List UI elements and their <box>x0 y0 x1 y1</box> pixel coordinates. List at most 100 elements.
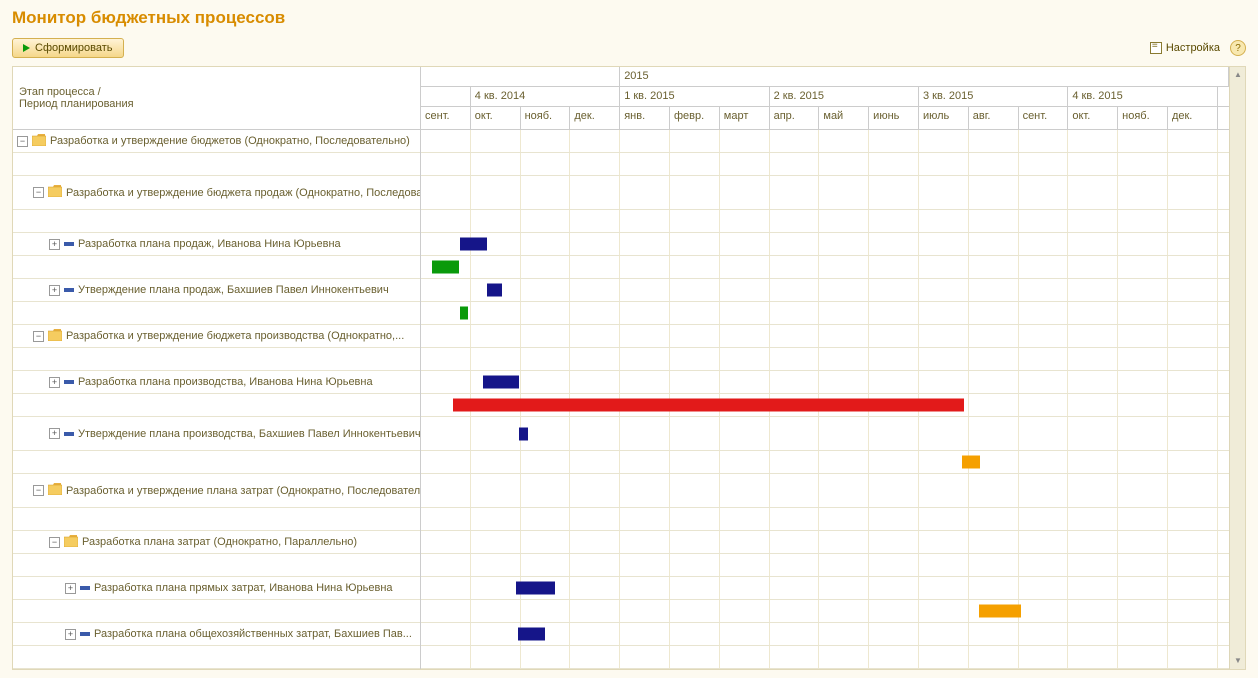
timeline-row <box>421 600 1229 623</box>
tree-label[interactable]: Разработка плана прямых затрат, Иванова … <box>94 582 393 594</box>
folder-icon <box>64 535 78 550</box>
gantt-bar[interactable] <box>518 628 545 641</box>
header-quarter: 1 кв. 2015 <box>620 87 769 107</box>
timeline-row <box>421 153 1229 176</box>
scroll-up-arrow[interactable]: ▲ <box>1231 68 1245 82</box>
header-quarter: 3 кв. 2015 <box>919 87 1068 107</box>
gantt-bar[interactable] <box>487 284 502 297</box>
task-icon <box>64 242 74 246</box>
header-quarter-blank <box>421 87 471 107</box>
tree-row: − Разработка и утверждение бюджета произв… <box>13 325 420 348</box>
header-left-label: Этап процесса / Период планирования <box>13 67 420 130</box>
tree-row: − Разработка и утверждение бюджета продаж… <box>13 176 420 210</box>
header-month: март <box>720 107 770 129</box>
header-month: окт. <box>1068 107 1118 129</box>
header-month: июнь <box>869 107 919 129</box>
tree-label[interactable]: Разработка плана затрат (Однократно, Пар… <box>82 536 357 548</box>
gantt-bar[interactable] <box>979 605 1021 618</box>
scroll-down-arrow[interactable]: ▼ <box>1231 654 1245 668</box>
timeline-row <box>421 210 1229 233</box>
folder-icon <box>48 483 62 498</box>
generate-button-label: Сформировать <box>35 42 113 54</box>
task-icon <box>64 288 74 292</box>
settings-link[interactable]: Настройка <box>1150 42 1220 54</box>
expand-icon[interactable]: + <box>49 428 60 439</box>
tree-row-blank <box>13 646 420 669</box>
gantt-bar[interactable] <box>516 582 556 595</box>
tree-label[interactable]: Разработка плана производства, Иванова Н… <box>78 376 373 388</box>
expand-icon[interactable]: + <box>49 377 60 388</box>
collapse-icon[interactable]: − <box>33 187 44 198</box>
timeline-row <box>421 325 1229 348</box>
timeline-row <box>421 451 1229 474</box>
collapse-icon[interactable]: − <box>49 537 60 548</box>
header-month: нояб. <box>1118 107 1168 129</box>
tree-label[interactable]: Разработка плана продаж, Иванова Нина Юр… <box>78 238 341 250</box>
tree-row <box>13 302 420 325</box>
timeline-row <box>421 474 1229 508</box>
gantt-bar[interactable] <box>483 376 519 389</box>
collapse-icon[interactable]: − <box>17 136 28 147</box>
tree-label[interactable]: Разработка и утверждение плана затрат (О… <box>66 485 420 497</box>
timeline-row <box>421 554 1229 577</box>
gantt-bar[interactable] <box>453 399 963 412</box>
tree-label[interactable]: Разработка плана общехозяйственных затра… <box>94 628 412 640</box>
tree-row: + Разработка плана общехозяйственных затр… <box>13 623 420 646</box>
tree-label[interactable]: Разработка и утверждение бюджетов (Однок… <box>50 135 410 147</box>
header-year: 2015 <box>620 67 1229 86</box>
tree-label[interactable]: Утверждение плана продаж, Бахшиев Павел … <box>78 284 389 296</box>
expand-icon[interactable]: + <box>49 239 60 250</box>
tree-row <box>13 451 420 474</box>
tree-label[interactable]: Утверждение плана производства, Бахшиев … <box>78 428 420 440</box>
expand-icon[interactable]: + <box>65 629 76 640</box>
tree-label[interactable]: Разработка и утверждение бюджета произво… <box>66 330 404 342</box>
tree-row: − Разработка и утверждение бюджетов (Одно… <box>13 130 420 153</box>
collapse-icon[interactable]: − <box>33 485 44 496</box>
timeline-row <box>421 233 1229 256</box>
vertical-scrollbar[interactable]: ▲ ▼ <box>1229 67 1245 669</box>
gantt-bar[interactable] <box>460 238 487 251</box>
header-month: окт. <box>471 107 521 129</box>
gantt-bar[interactable] <box>962 456 979 469</box>
help-icon[interactable]: ? <box>1230 40 1246 56</box>
header-month: нояб. <box>521 107 571 129</box>
header-month: июль <box>919 107 969 129</box>
folder-icon <box>48 329 62 344</box>
timeline-row <box>421 646 1229 669</box>
toolbar: Сформировать Настройка ? <box>12 38 1246 58</box>
tree-row: + Разработка плана продаж, Иванова Нина Ю… <box>13 233 420 256</box>
tree-row: + Утверждение плана производства, Бахшиев… <box>13 417 420 451</box>
settings-label: Настройка <box>1166 42 1220 54</box>
timeline-row <box>421 508 1229 531</box>
folder-icon <box>48 185 62 200</box>
gantt-bar[interactable] <box>432 261 459 274</box>
expand-icon[interactable]: + <box>65 583 76 594</box>
timeline-row <box>421 348 1229 371</box>
tree-row: + Утверждение плана продаж, Бахшиев Павел… <box>13 279 420 302</box>
timeline-row <box>421 394 1229 417</box>
task-icon <box>64 380 74 384</box>
expand-icon[interactable]: + <box>49 285 60 296</box>
tree-row-blank <box>13 508 420 531</box>
header-month: сент. <box>1019 107 1069 129</box>
tree-row-blank <box>13 153 420 176</box>
header-month: янв. <box>620 107 670 129</box>
gantt-bar[interactable] <box>460 307 468 320</box>
gantt-bar[interactable] <box>519 427 528 440</box>
tree-row: + Разработка плана прямых затрат, Иванова… <box>13 577 420 600</box>
tree-label[interactable]: Разработка и утверждение бюджета продаж … <box>66 187 420 199</box>
settings-icon <box>1150 42 1162 54</box>
collapse-icon[interactable]: − <box>33 331 44 342</box>
header-month: дек. <box>1168 107 1218 129</box>
generate-button[interactable]: Сформировать <box>12 38 124 58</box>
header-month: февр. <box>670 107 720 129</box>
header-quarter: 4 кв. 2015 <box>1068 87 1217 107</box>
tree-row-blank <box>13 348 420 371</box>
header-month: май <box>819 107 869 129</box>
header-year-blank <box>421 67 620 86</box>
tree-row-blank <box>13 210 420 233</box>
header-month: апр. <box>770 107 820 129</box>
timeline-row <box>421 302 1229 325</box>
header-quarter: 2 кв. 2015 <box>770 87 919 107</box>
timeline-row <box>421 256 1229 279</box>
